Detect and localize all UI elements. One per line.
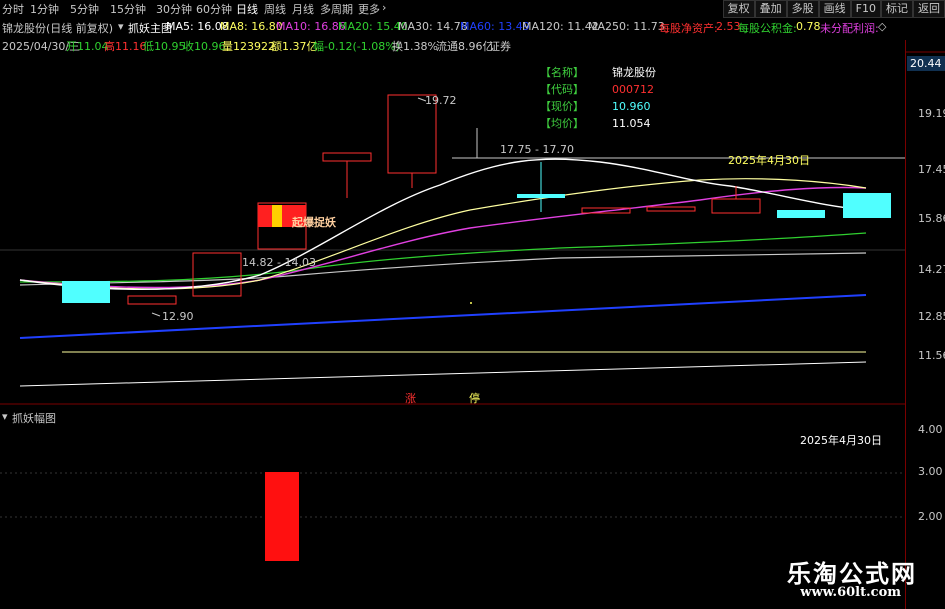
price-tick: 11.56 — [918, 349, 945, 362]
name-value: 锦龙股份 — [612, 66, 656, 79]
low-annotation: 12.90 — [162, 310, 194, 323]
price-value: 10.960 — [612, 100, 651, 113]
price-key: 【现价】 — [540, 100, 584, 113]
sub-axis-tick: 2.00 — [918, 510, 943, 523]
price-tick: 14.27 — [918, 263, 945, 276]
candle-up — [192, 252, 242, 297]
current-price-tick: 20.44 — [907, 56, 945, 71]
date-annotation: 2025年4月30日 — [728, 154, 810, 167]
sub-axis-tick: 3.00 — [918, 465, 943, 478]
watermark-url: www.60lt.com — [800, 585, 901, 600]
ma60-line — [19, 294, 867, 339]
gap-annotation: 17.75 - 17.70 — [500, 143, 574, 156]
sub-panel-title[interactable]: 抓妖幅图 — [12, 410, 56, 426]
candle-up — [646, 206, 696, 212]
stock-info-box: 【名称】 锦龙股份 【代码】 000712 【现价】 10.960 【均价】 11.05… — [540, 64, 656, 132]
kline-chart[interactable] — [0, 0, 945, 609]
candle-down — [777, 210, 825, 218]
avg-key: 【均价】 — [540, 117, 584, 130]
name-key: 【名称】 — [540, 66, 584, 79]
signal-label: 起爆捉妖 — [292, 216, 336, 229]
watermark-title: 乐淘公式网 — [787, 560, 917, 588]
candle-up — [322, 152, 372, 162]
price-tick: 19.19 — [918, 107, 945, 120]
ma120-line — [19, 361, 867, 387]
price-tick: 17.45 — [918, 163, 945, 176]
dot-marker — [470, 302, 472, 304]
ma20-line — [19, 232, 867, 283]
high-annotation: 19.72 — [425, 94, 457, 107]
range-annotation: 14.82 - 14.03 — [242, 256, 316, 269]
candle-down — [843, 193, 891, 218]
limit-up-zhang: 涨 — [405, 392, 416, 405]
sub-indicator-bar — [265, 472, 299, 561]
ma30-line — [19, 252, 867, 286]
sub-panel-date: 2025年4月30日 — [800, 434, 882, 447]
signal-bar-accent — [272, 205, 282, 227]
candle-up — [711, 198, 761, 214]
code-key: 【代码】 — [540, 83, 584, 96]
sub-axis-tick: 4.00 — [918, 423, 943, 436]
limit-up-ting: 停 — [469, 392, 480, 405]
axis-divider — [905, 40, 906, 609]
price-tick: 15.86 — [918, 212, 945, 225]
arrow-12-90 — [151, 312, 161, 317]
candle-up — [127, 295, 177, 305]
candle-down — [62, 281, 110, 303]
avg-value: 11.054 — [612, 117, 651, 130]
ma10-line — [19, 186, 867, 289]
price-tick: 12.85 — [918, 310, 945, 323]
code-value: 000712 — [612, 83, 654, 96]
sub-panel-dropdown-icon[interactable]: ▾ — [2, 410, 8, 423]
